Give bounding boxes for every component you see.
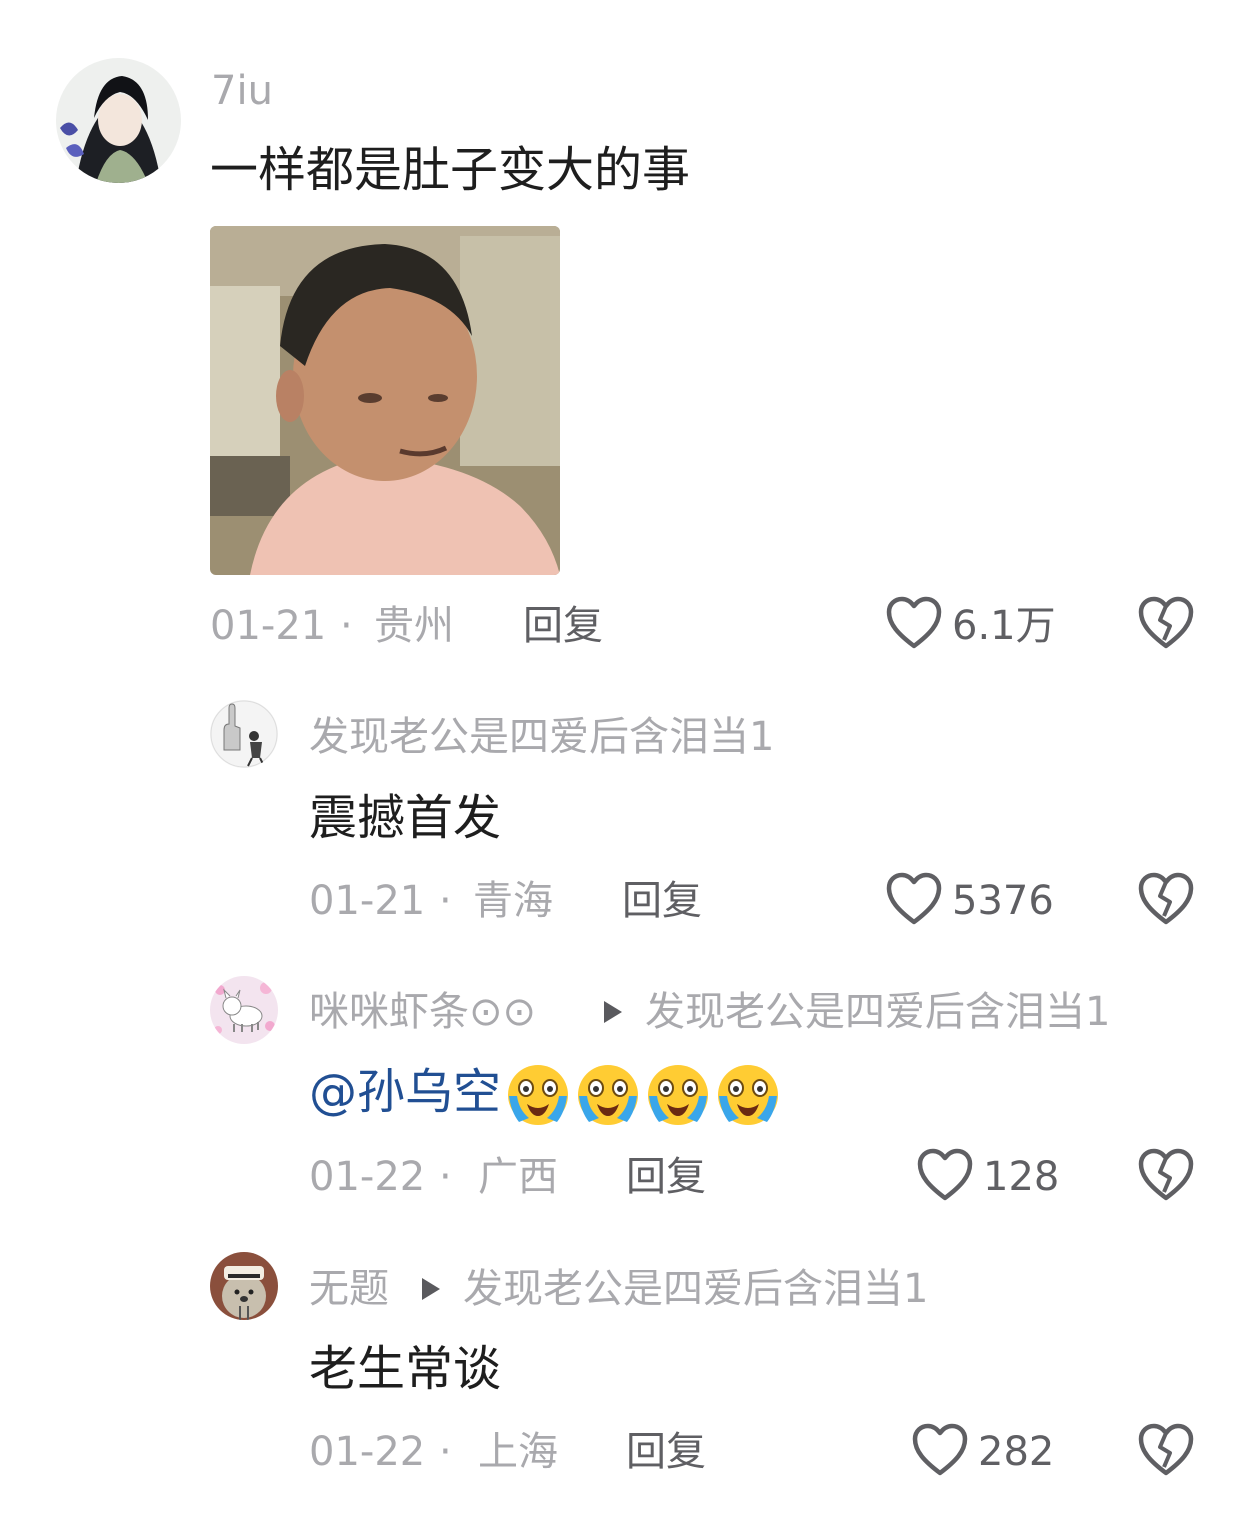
broken-heart-icon[interactable] [1138,1423,1194,1477]
heart-outline-icon[interactable] [912,1423,968,1477]
comment-image[interactable] [210,226,560,575]
crying-face-icon [715,1062,781,1128]
heart-outline-icon[interactable] [886,872,942,926]
reply-button[interactable]: 回复 [626,1152,706,1202]
like-count: 282 [978,1429,1055,1475]
mention-link[interactable]: @孙乌空 [309,1064,501,1120]
like-count: 6.1万 [952,603,1056,649]
comment-username[interactable]: 咪咪虾条⊙⊙ [309,988,536,1036]
comment-username[interactable]: 7iu [211,67,273,115]
heart-outline-icon[interactable] [886,596,942,650]
avatar[interactable] [210,700,278,768]
comment-text: 一样都是肚子变大的事 [210,142,691,198]
triangle-right-icon [604,1001,622,1023]
avatar[interactable] [210,976,278,1044]
meta-separator: · [439,878,452,924]
heart-outline-icon[interactable] [917,1148,973,1202]
comment-username[interactable]: 无题 [309,1265,389,1313]
meta-separator: · [340,603,353,649]
meta-separator: · [439,1429,452,1475]
reply-button[interactable]: 回复 [626,1427,706,1477]
crying-face-icon [575,1062,641,1128]
comment-location: 上海 [478,1429,558,1475]
like-count: 5376 [952,878,1054,924]
comment-username[interactable]: 发现老公是四爱后含泪当1 [309,713,774,761]
like-count: 128 [983,1154,1060,1200]
comment-text: 震撼首发 [309,790,502,846]
avatar[interactable] [56,58,181,183]
comment-date: 01-21 [210,603,327,649]
comment-text: @孙乌空 [309,1062,781,1128]
broken-heart-icon[interactable] [1138,872,1194,926]
broken-heart-icon[interactable] [1138,596,1194,650]
comment-location: 广西 [478,1154,558,1200]
comment-location: 青海 [473,878,553,924]
comment-date: 01-21 [309,878,426,924]
broken-heart-icon[interactable] [1138,1148,1194,1202]
reply-button[interactable]: 回复 [523,601,603,651]
triangle-right-icon [422,1278,440,1300]
comment-date: 01-22 [309,1429,426,1475]
meta-separator: · [439,1154,452,1200]
comment-text: 老生常谈 [309,1341,502,1397]
avatar[interactable] [210,1252,278,1320]
comment-date: 01-22 [309,1154,426,1200]
reply-to-username[interactable]: 发现老公是四爱后含泪当1 [645,988,1110,1036]
reply-button[interactable]: 回复 [622,876,702,926]
reply-to-username[interactable]: 发现老公是四爱后含泪当1 [463,1265,928,1313]
crying-face-icon [645,1062,711,1128]
comment-location: 贵州 [374,603,454,649]
crying-face-icon [505,1062,571,1128]
